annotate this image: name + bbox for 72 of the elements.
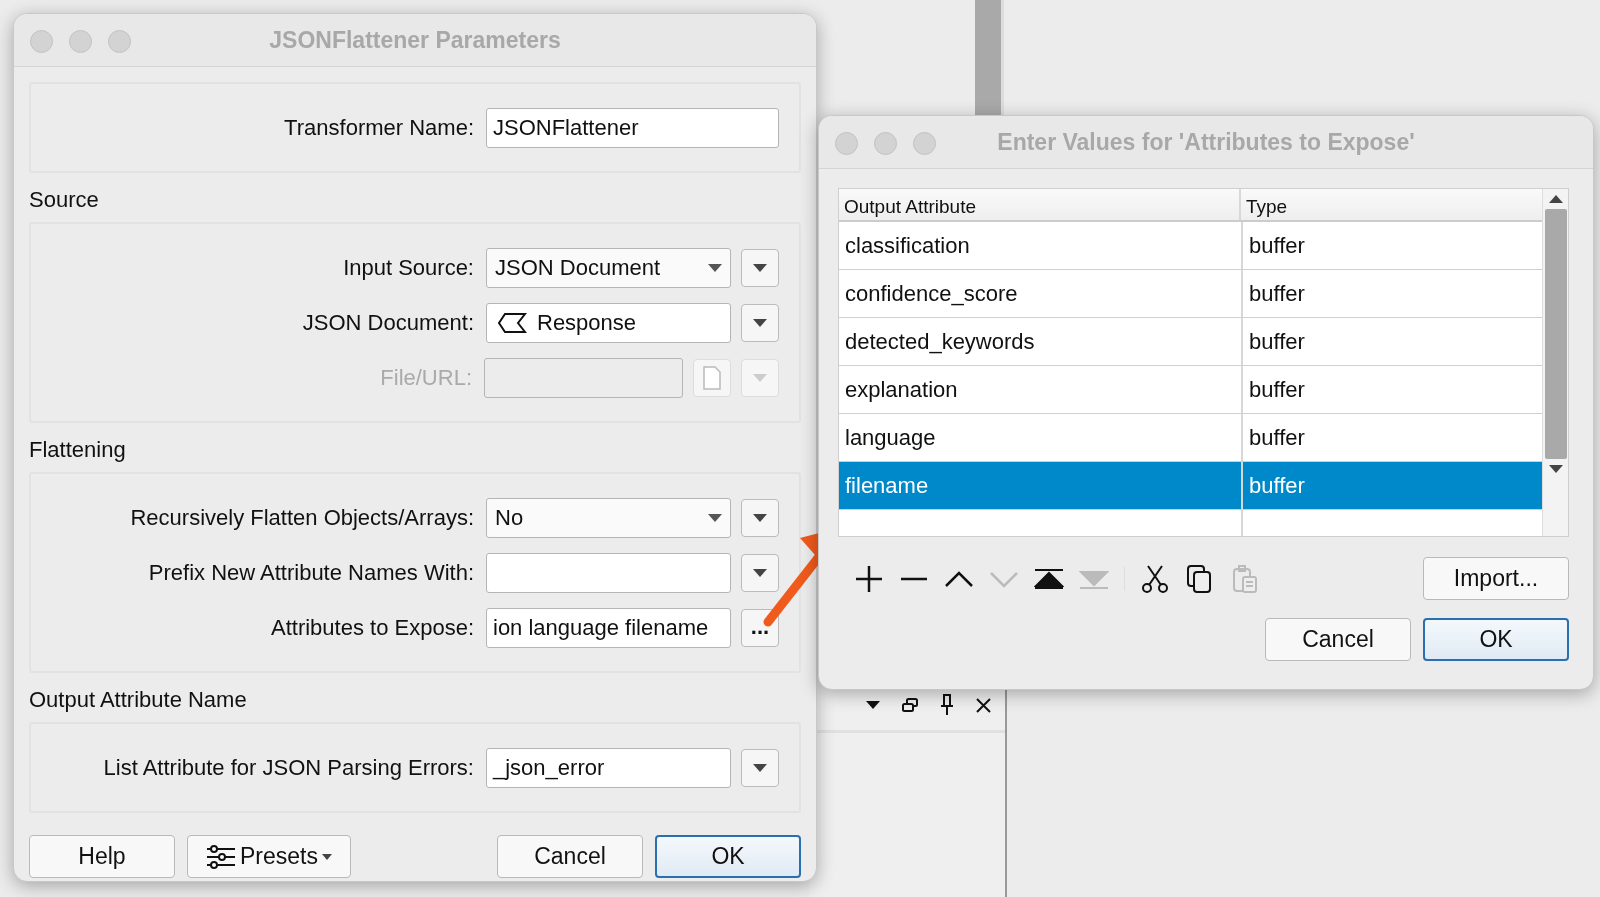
window-title: Enter Values for 'Attributes to Expose' — [997, 128, 1415, 156]
field-label: Attributes to Expose: — [270, 614, 475, 641]
section-heading: Output Attribute Name — [29, 687, 248, 713]
caret-down-icon — [753, 318, 767, 327]
scrollbar[interactable] — [1542, 189, 1568, 536]
plus-icon[interactable] — [854, 563, 884, 594]
field-label: JSON Document: — [301, 309, 475, 336]
table-cell-text: buffer — [1248, 423, 1306, 452]
pin-icon[interactable] — [940, 694, 954, 716]
caret-down-icon[interactable] — [866, 701, 880, 709]
caret-down-icon — [753, 568, 767, 577]
text-field[interactable]: JSONFlattener — [486, 107, 779, 148]
menu-button[interactable] — [741, 498, 779, 537]
scroll-down-icon[interactable] — [1548, 465, 1563, 473]
document-icon — [703, 365, 721, 390]
menu-button[interactable] — [741, 303, 779, 342]
table-cell: classification — [839, 222, 1243, 269]
table-row[interactable]: classification buffer — [839, 222, 1542, 270]
field-label: Transformer Name: — [283, 114, 475, 141]
column-header[interactable]: Output Attribute — [839, 189, 1241, 220]
dropdown[interactable]: No — [486, 497, 731, 538]
menu-button[interactable] — [741, 553, 779, 592]
cancel-button[interactable]: Cancel — [497, 835, 643, 878]
import-button[interactable]: Import... — [1423, 557, 1569, 600]
scroll-up-icon[interactable] — [1548, 195, 1563, 203]
table-cell-text: buffer — [1248, 231, 1306, 260]
restore-window-icon[interactable] — [902, 698, 918, 712]
table-cell: detected_keywords — [839, 318, 1243, 365]
caret-down-icon — [753, 513, 767, 522]
attribute-field[interactable]: Response — [486, 302, 731, 343]
caret-down-icon — [753, 373, 767, 382]
help-button[interactable]: Help — [29, 835, 175, 878]
caret-down-icon — [708, 263, 722, 272]
field-label: Recursively Flatten Objects/Arrays: — [129, 504, 475, 531]
field-label: List Attribute for JSON Parsing Errors: — [102, 754, 475, 781]
table-cell: filename — [839, 462, 1243, 509]
field-label: Prefix New Attribute Names With: — [147, 559, 475, 586]
section-heading: Source — [29, 187, 100, 213]
ok-button[interactable]: OK — [655, 835, 801, 878]
table-cell-text: buffer — [1248, 375, 1306, 404]
field-label: File/URL: — [379, 364, 473, 391]
text-field[interactable] — [486, 552, 731, 593]
table-row[interactable]: filename buffer — [839, 462, 1542, 510]
table-row[interactable]: detected_keywords buffer — [839, 318, 1542, 366]
caret-down-icon — [753, 263, 767, 272]
caret-down-icon — [753, 763, 767, 772]
table-row[interactable]: explanation buffer — [839, 366, 1542, 414]
menu-button[interactable] — [741, 748, 779, 787]
table-cell-text: buffer — [1248, 327, 1306, 356]
table-cell-text: buffer — [1248, 471, 1306, 500]
text-field[interactable] — [484, 357, 683, 398]
column-header[interactable]: Type — [1241, 189, 1542, 220]
scissors-icon[interactable] — [1140, 563, 1170, 594]
table-row[interactable]: confidence_score buffer — [839, 270, 1542, 318]
menu-button[interactable] — [741, 248, 779, 287]
field-label: Input Source: — [342, 254, 475, 281]
caret-down-icon — [708, 513, 722, 522]
ok-button[interactable]: OK — [1423, 618, 1569, 661]
section-heading: Flattening — [29, 437, 127, 463]
dropdown[interactable]: JSON Document — [486, 247, 731, 288]
attribute-flag-icon — [497, 311, 527, 334]
sliders-icon — [206, 844, 236, 869]
caret-down-icon — [322, 853, 332, 860]
close-icon[interactable] — [976, 697, 991, 713]
presets-button[interactable]: Presets — [187, 835, 351, 878]
table-cell-text: buffer — [1248, 279, 1306, 308]
text-field[interactable]: _json_error — [486, 747, 731, 788]
text-field[interactable]: ion language filename — [486, 607, 731, 648]
table-cell: explanation — [839, 366, 1243, 413]
table-cell: confidence_score — [839, 270, 1243, 317]
cancel-button[interactable]: Cancel — [1265, 618, 1411, 661]
window-title: JSONFlattener Parameters — [269, 26, 561, 54]
